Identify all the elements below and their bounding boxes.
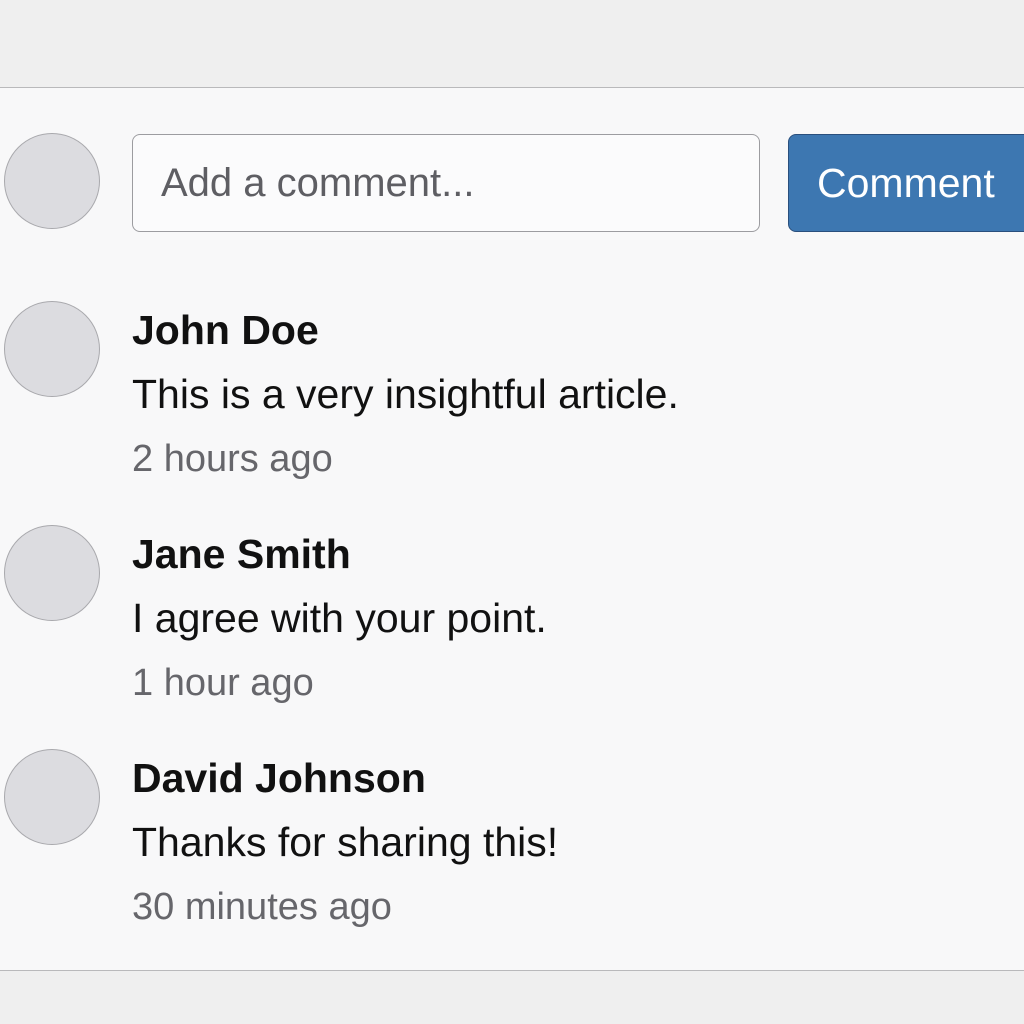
avatar <box>4 301 100 397</box>
comment-timestamp: 30 minutes ago <box>132 886 392 928</box>
comment-input[interactable] <box>132 134 760 232</box>
comment-timestamp: 2 hours ago <box>132 438 333 480</box>
current-user-avatar <box>4 133 100 229</box>
comment-author: David Johnson <box>132 755 426 801</box>
comment-author: John Doe <box>132 307 319 353</box>
comments-panel: Comment John Doe This is a very insightf… <box>0 87 1024 971</box>
comment-timestamp: 1 hour ago <box>132 662 314 704</box>
comment-text: Thanks for sharing this! <box>132 819 559 865</box>
comment-item: Jane Smith I agree with your point. 1 ho… <box>0 525 1024 725</box>
comment-text: This is a very insightful article. <box>132 371 679 417</box>
avatar <box>4 525 100 621</box>
comment-item: David Johnson Thanks for sharing this! 3… <box>0 749 1024 949</box>
comment-author: Jane Smith <box>132 531 351 577</box>
avatar <box>4 749 100 845</box>
comment-text: I agree with your point. <box>132 595 547 641</box>
comment-item: John Doe This is a very insightful artic… <box>0 301 1024 501</box>
comment-button[interactable]: Comment <box>788 134 1024 232</box>
